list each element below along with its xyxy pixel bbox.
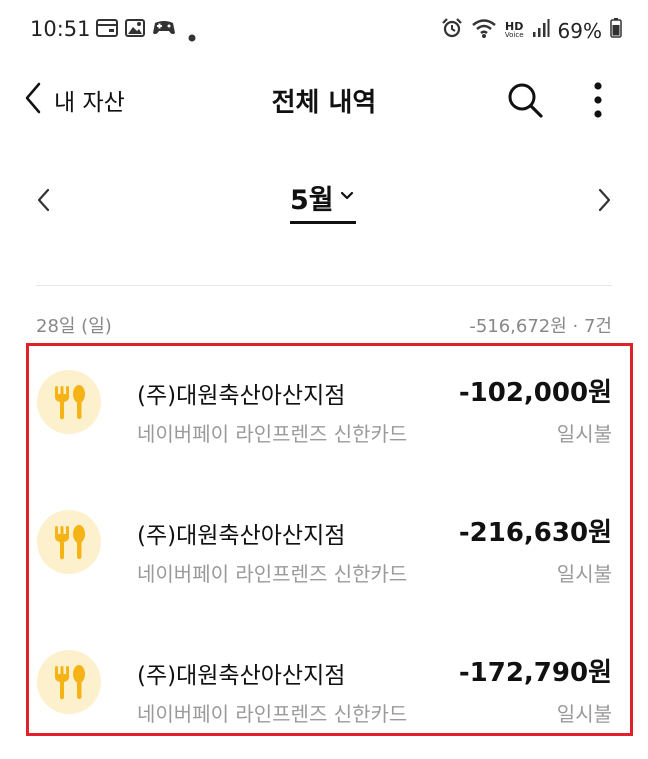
game-notification-icon bbox=[152, 19, 176, 41]
transaction-amount: -216,630원 bbox=[458, 518, 612, 548]
merchant-name: (주)대원축산아산지점 bbox=[137, 383, 346, 409]
installment-type: 일시불 bbox=[556, 562, 612, 586]
current-month-label: 5월 bbox=[290, 185, 334, 216]
chevron-down-icon bbox=[338, 188, 356, 207]
app-bar: 내 자산 전체 내역 bbox=[0, 60, 648, 140]
voice-label: Voice bbox=[504, 30, 524, 39]
transaction-row[interactable]: (주)대원축산아산지점 네이버페이 라인프렌즈 신한카드 -216,630원 일… bbox=[29, 488, 630, 618]
day-summary: -516,672원 · 7건 bbox=[469, 316, 612, 337]
transaction-row[interactable]: (주)대원축산아산지점 네이버페이 라인프렌즈 신한카드 -102,000원 일… bbox=[29, 348, 630, 478]
transaction-list-highlight: (주)대원축산아산지점 네이버페이 라인프렌즈 신한카드 -102,000원 일… bbox=[26, 343, 633, 736]
merchant-name: (주)대원축산아산지점 bbox=[137, 663, 346, 689]
card-name: 네이버페이 라인프렌즈 신한카드 bbox=[137, 422, 408, 446]
alarm-icon bbox=[441, 17, 463, 44]
fork-spoon-icon bbox=[55, 665, 85, 700]
installment-type: 일시불 bbox=[556, 702, 612, 726]
transaction-row[interactable]: (주)대원축산아산지점 네이버페이 라인프렌즈 신한카드 -172,790원 일… bbox=[29, 628, 630, 758]
chevron-left-icon bbox=[30, 188, 58, 222]
merchant-name: (주)대원축산아산지점 bbox=[137, 523, 346, 549]
category-icon-badge bbox=[37, 650, 101, 714]
more-notifications-dot-icon bbox=[188, 27, 196, 46]
fork-spoon-icon bbox=[55, 525, 85, 560]
wifi-icon bbox=[471, 17, 497, 44]
month-navigation: 5월 bbox=[0, 168, 648, 232]
transaction-amount: -102,000원 bbox=[458, 378, 612, 408]
signal-icon bbox=[532, 18, 550, 43]
card-name: 네이버페이 라인프렌즈 신한카드 bbox=[137, 702, 408, 726]
hd-voice-indicator: HD Voice bbox=[504, 19, 524, 40]
image-notification-icon bbox=[125, 19, 145, 41]
hd-label: HD bbox=[505, 19, 524, 33]
category-icon-badge bbox=[37, 510, 101, 574]
next-month-button[interactable] bbox=[590, 182, 618, 218]
previous-month-button[interactable] bbox=[30, 182, 58, 218]
battery-icon bbox=[610, 18, 622, 43]
more-options-button[interactable] bbox=[585, 80, 611, 120]
page-title: 전체 내역 bbox=[271, 88, 377, 118]
card-name: 네이버페이 라인프렌즈 신한카드 bbox=[137, 562, 408, 586]
fork-spoon-icon bbox=[55, 385, 85, 420]
transaction-amount: -172,790원 bbox=[458, 658, 612, 688]
wallet-notification-icon bbox=[96, 19, 118, 41]
battery-text: 69% bbox=[557, 18, 602, 43]
installment-type: 일시불 bbox=[556, 422, 612, 446]
month-selector[interactable]: 5월 bbox=[290, 178, 356, 224]
day-group-header: 28일 (일) -516,672원 · 7건 bbox=[36, 308, 612, 338]
search-icon bbox=[505, 83, 545, 124]
status-time: 10:51 bbox=[30, 17, 91, 41]
section-divider bbox=[36, 285, 612, 286]
day-date-label: 28일 (일) bbox=[36, 316, 112, 337]
search-button[interactable] bbox=[505, 80, 545, 120]
more-vertical-icon bbox=[585, 82, 611, 124]
category-icon-badge bbox=[37, 370, 101, 434]
status-bar: 10:51 HD Voice 69% bbox=[0, 0, 648, 60]
chevron-right-icon bbox=[590, 188, 618, 222]
